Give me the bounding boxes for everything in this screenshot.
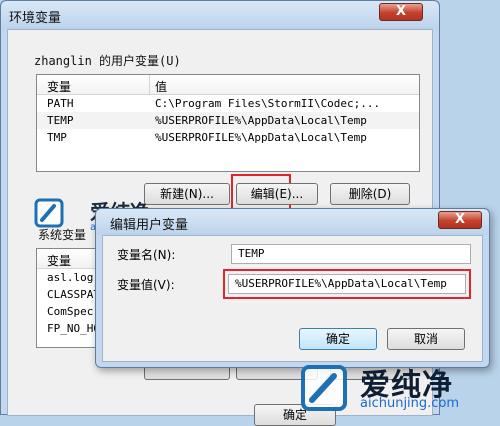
var-name-label: 变量名(N): [117, 248, 176, 262]
user-delete-button[interactable]: 删除(D) [330, 183, 410, 205]
user-vars-col-name[interactable]: 变量 [47, 78, 71, 95]
watermark-logo-icon [34, 198, 64, 228]
user-vars-col-value[interactable]: 值 [155, 78, 167, 95]
edit-var-close-button[interactable]: X [438, 211, 482, 229]
user-var-value: %USERPROFILE%\AppData\Local\Temp [155, 114, 367, 127]
user-var-row-tmp[interactable]: TMP %USERPROFILE%\AppData\Local\Temp [37, 129, 419, 146]
var-value-label: 变量值(V): [117, 278, 175, 292]
system-vars-col-name[interactable]: 变量 [47, 252, 71, 269]
env-vars-title: 环境变量 [9, 11, 62, 26]
env-vars-close-button[interactable]: X [379, 3, 423, 21]
env-vars-titlebar[interactable]: 环境变量 X [1, 1, 439, 29]
user-var-row-path[interactable]: PATH C:\Program Files\StormII\Codec;... [37, 95, 419, 112]
user-var-value: C:\Program Files\StormII\Codec;... [155, 97, 381, 110]
user-var-name: PATH [47, 97, 74, 110]
var-value-field[interactable]: %USERPROFILE%\AppData\Local\Temp [228, 274, 466, 294]
system-var-name: asl.log [47, 271, 94, 284]
system-var-name: ComSpec [47, 305, 94, 318]
edit-cancel-button[interactable]: 取消 [387, 328, 465, 350]
user-var-value: %USERPROFILE%\AppData\Local\Temp [155, 131, 367, 144]
user-var-name: TEMP [47, 114, 74, 127]
edit-var-client: 变量名(N): TEMP 变量值(V): %USERPROFILE%\AppDa… [102, 235, 483, 362]
edit-ok-button[interactable]: 确定 [299, 328, 377, 350]
edit-var-title: 编辑用户变量 [110, 218, 189, 233]
var-name-field[interactable]: TEMP [231, 244, 471, 264]
user-edit-button[interactable]: 编辑(E)... [236, 183, 318, 205]
edit-var-titlebar[interactable]: 编辑用户变量 X [96, 209, 489, 235]
user-var-name: TMP [47, 131, 67, 144]
user-vars-group-label: zhanglin 的用户变量(U) [34, 54, 181, 68]
watermark-url-large: aichunjing.com [360, 396, 460, 411]
user-vars-list[interactable]: 变量 值 PATH C:\Program Files\StormII\Codec… [36, 74, 420, 172]
user-var-row-temp[interactable]: TEMP %USERPROFILE%\AppData\Local\Temp [37, 112, 419, 129]
edit-var-dialog: 编辑用户变量 X 变量名(N): TEMP 变量值(V): %USERPROFI… [95, 208, 490, 368]
watermark-logo-icon [301, 365, 347, 411]
watermark-large: 爱纯净 aichunjing.com [300, 364, 496, 412]
user-vars-header: 变量 值 [37, 75, 419, 95]
